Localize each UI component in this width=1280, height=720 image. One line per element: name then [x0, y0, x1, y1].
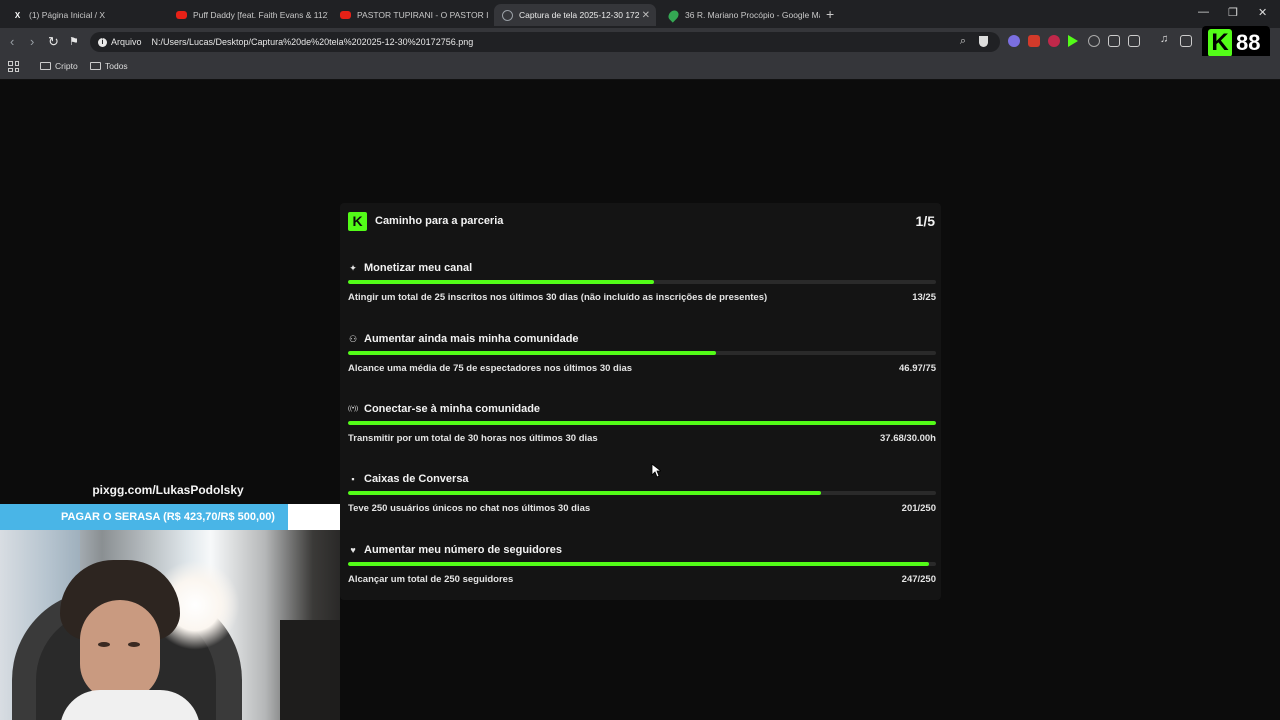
tab-label: (1) Página Inicial / X [29, 10, 106, 20]
bookmark-folder-todos[interactable]: Todos [90, 61, 128, 71]
bookmarks-bar: Cripto Todos [0, 56, 1280, 80]
goal-progress-fill [348, 421, 936, 425]
goal-title: Aumentar ainda mais minha comunidade [364, 333, 579, 345]
tab-label: Puff Daddy [feat. Faith Evans & 112] [193, 10, 328, 20]
kick-logo-icon: K [1208, 29, 1232, 57]
youtube-icon [176, 11, 187, 19]
reload-icon[interactable]: ↻ [48, 34, 59, 50]
goal-title: Caixas de Conversa [364, 473, 469, 485]
tab-label: PASTOR TUPIRANI - O PASTOR INCA [357, 10, 488, 20]
goal-progress-fill [348, 562, 929, 566]
close-window-button[interactable]: ✕ [1258, 6, 1267, 19]
brave-shield-icon[interactable] [979, 36, 988, 47]
minimize-button[interactable]: — [1198, 6, 1209, 18]
sparkle-icon: ✦ [349, 262, 357, 273]
tab-youtube-puff-daddy[interactable]: Puff Daddy [feat. Faith Evans & 112] [168, 4, 328, 26]
tab-label: Captura de tela 2025-12-30 172 [519, 10, 640, 20]
goal-progress-bar [348, 491, 936, 495]
goal-description: Atingir um total de 25 inscritos nos últ… [348, 292, 768, 303]
viewer-count: 88 [1236, 30, 1261, 55]
goal-item: ♥ Aumentar meu número de seguidores Alca… [348, 542, 936, 602]
goal-progress-bar [348, 351, 936, 355]
extension-icon[interactable] [1028, 35, 1040, 47]
kick-viewer-badge: K 88 [1202, 26, 1270, 60]
donation-goal-text: PAGAR O SERASA (R$ 423,70/R$ 500,00) [61, 511, 275, 523]
goal-value: 247/250 [901, 574, 936, 585]
goal-description: Teve 250 usuários únicos no chat nos últ… [348, 503, 591, 514]
goal-title: Conectar-se à minha comunidade [364, 403, 541, 415]
goal-progress-fill [348, 351, 717, 355]
address-bar[interactable]: i Arquivo N:/Users/Lucas/Desktop/Captura… [90, 32, 1000, 52]
address-scheme: Arquivo [111, 37, 142, 47]
folder-icon [90, 62, 101, 70]
toolbar: ‹ › ↻ ⚑ i Arquivo N:/Users/Lucas/Desktop… [0, 28, 1280, 56]
zoom-icon[interactable]: ⌕ [960, 35, 966, 48]
goal-item: ((•)) Conectar-se à minha comunidade Tra… [348, 401, 936, 461]
card-header: K Caminho para a parceria 1/5 [348, 211, 935, 231]
bookmark-icon[interactable]: ⚑ [69, 35, 79, 48]
maps-pin-icon [666, 7, 681, 23]
webcam-feed [0, 530, 340, 720]
heart-icon: ♥ [350, 545, 356, 555]
close-tab-icon[interactable]: ✕ [642, 10, 650, 21]
goal-progress-bar [348, 280, 936, 284]
goal-value: 13/25 [912, 292, 936, 303]
goal-item: ⚇ Aumentar ainda mais minha comunidade A… [348, 331, 936, 391]
back-icon[interactable]: ‹ [10, 34, 14, 49]
x-logo-icon: X [14, 10, 21, 20]
bookmark-folder-cripto[interactable]: Cripto [40, 61, 78, 71]
kick-logo-icon: K [348, 211, 367, 231]
bookmark-label: Cripto [55, 61, 78, 71]
info-icon[interactable]: i [98, 37, 107, 47]
tab-strip: X (1) Página Inicial / X Puff Daddy [fea… [0, 0, 1280, 28]
globe-icon [502, 9, 513, 21]
bookmark-label: Todos [105, 61, 128, 71]
goal-description: Transmitir por um total de 30 horas nos … [348, 433, 598, 444]
youtube-icon [340, 11, 351, 19]
goal-value: 46.97/75 [899, 363, 936, 374]
tab-label: 36 R. Mariano Procópio - Google Ma [685, 10, 820, 20]
sidebar-icon[interactable] [1180, 35, 1192, 47]
card-title: Caminho para a parceria [375, 215, 504, 227]
goal-title: Aumentar meu número de seguidores [364, 544, 563, 556]
donation-url: pixgg.com/LukasPodolsky [92, 483, 244, 497]
card-step: 1/5 [915, 213, 935, 229]
extension-icon[interactable] [1048, 35, 1060, 47]
goal-progress-fill [348, 491, 821, 495]
tab-youtube-pastor[interactable]: PASTOR TUPIRANI - O PASTOR INCA [332, 4, 488, 26]
broadcast-icon: ((•)) [348, 406, 359, 412]
goal-description: Alcance uma média de 75 de espectadores … [348, 363, 633, 374]
puzzle-icon[interactable] [1108, 35, 1120, 47]
extension-icon[interactable] [1088, 35, 1100, 47]
goal-title: Monetizar meu canal [364, 262, 473, 274]
goal-progress-bar [348, 562, 936, 566]
chat-bubble-icon: ▪ [351, 474, 355, 484]
community-icon: ⚇ [348, 333, 358, 344]
partnership-card: K Caminho para a parceria 1/5 ✦ Monetiza… [340, 203, 941, 600]
goal-value: 37.68/30.00h [880, 433, 936, 444]
tab-google-maps[interactable]: 36 R. Mariano Procópio - Google Ma [660, 4, 820, 26]
goal-item: ✦ Monetizar meu canal Atingir um total d… [348, 260, 936, 320]
goal-progress-fill [348, 280, 654, 284]
address-url: N:/Users/Lucas/Desktop/Captura%20de%20te… [151, 37, 474, 47]
tab-x[interactable]: X (1) Página Inicial / X [4, 4, 164, 26]
mouse-cursor-icon [651, 463, 661, 478]
goal-value: 201/250 [901, 503, 936, 514]
goal-item: ▪ Caixas de Conversa Teve 250 usuários ú… [348, 471, 936, 531]
goal-progress-bar [348, 421, 936, 425]
donation-goal-bar: PAGAR O SERASA (R$ 423,70/R$ 500,00) [0, 504, 340, 530]
new-tab-button[interactable]: + [826, 6, 834, 22]
apps-grid-icon[interactable] [8, 61, 19, 72]
goal-description: Alcançar um total de 250 seguidores [348, 574, 514, 585]
restore-button[interactable]: ❐ [1228, 6, 1238, 19]
media-icon[interactable]: ♫ [1160, 33, 1172, 45]
play-extension-icon[interactable] [1068, 35, 1078, 47]
forward-icon[interactable]: › [30, 34, 34, 49]
tab-captura-active[interactable]: Captura de tela 2025-12-30 172 ✕ [494, 4, 656, 26]
screenshot-icon[interactable] [1128, 35, 1140, 47]
folder-icon [40, 62, 51, 70]
extension-icon[interactable] [1008, 35, 1020, 47]
